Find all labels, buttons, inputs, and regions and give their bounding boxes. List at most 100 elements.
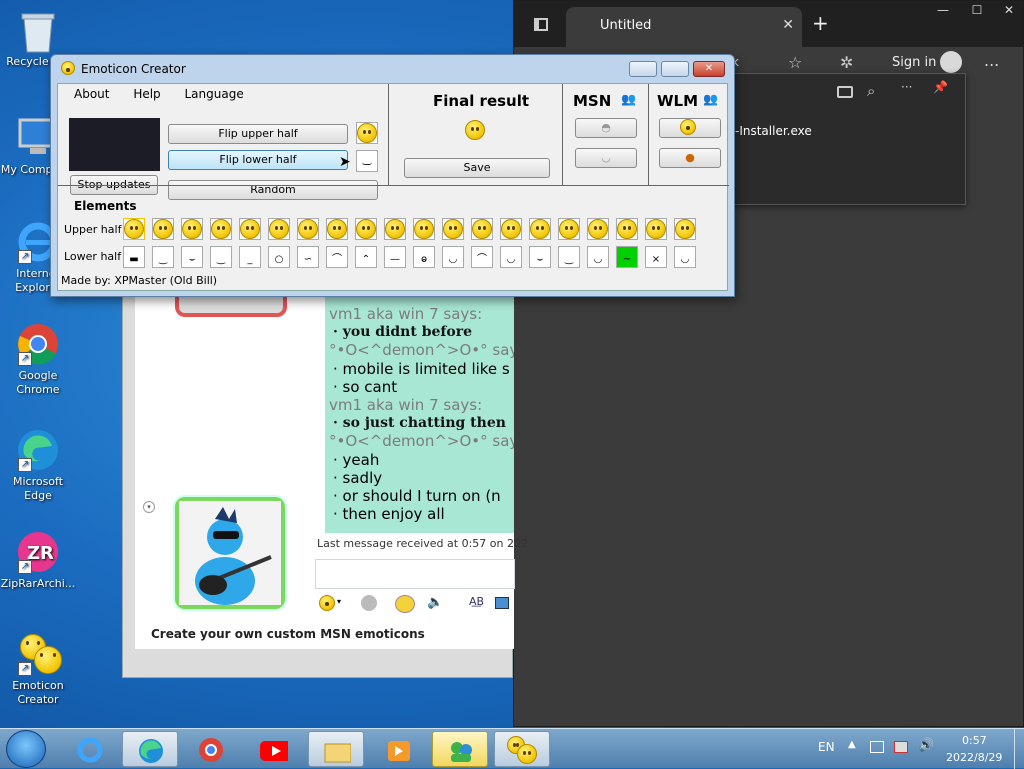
lower-half-element[interactable]: ‿: [558, 246, 580, 268]
lower-half-element[interactable]: ⌃: [355, 246, 377, 268]
desktop-icon-microsoft-edge[interactable]: ↗ Microsoft Edge: [0, 428, 76, 503]
show-desktop-button[interactable]: [1014, 729, 1024, 769]
taskbar-emoticon-creator[interactable]: [494, 731, 550, 767]
taskbar-windows-live-messenger[interactable]: [432, 731, 488, 767]
lower-half-element[interactable]: ⌣: [529, 246, 551, 268]
nudge-icon[interactable]: [395, 595, 415, 613]
lower-half-element[interactable]: ◡: [500, 246, 522, 268]
close-tab-icon[interactable]: ✕: [782, 17, 794, 33]
flip-lower-button[interactable]: Flip lower half: [168, 150, 348, 170]
settings-more-button[interactable]: ...: [984, 51, 999, 70]
sign-in-label[interactable]: Sign in: [892, 55, 936, 70]
more-options-icon[interactable]: ···: [901, 80, 912, 94]
emoticon-picker-icon[interactable]: [319, 595, 335, 611]
download-file-name[interactable]: -Installer.exe: [735, 124, 812, 138]
upper-half-element[interactable]: [471, 218, 493, 240]
lower-half-element[interactable]: ⌣: [181, 246, 203, 268]
language-indicator[interactable]: EN: [818, 740, 835, 754]
msn-preview-lower[interactable]: ◡: [575, 148, 637, 168]
lower-half-element[interactable]: ⌒: [326, 246, 348, 268]
lower-half-element[interactable]: ○: [268, 246, 290, 268]
wlm-preview-lower[interactable]: ●: [659, 148, 721, 168]
menu-about[interactable]: About: [64, 85, 119, 103]
open-folder-icon[interactable]: [837, 86, 853, 98]
network-icon[interactable]: [894, 741, 908, 753]
lower-half-element[interactable]: ~: [616, 246, 638, 268]
taskbar-media-player[interactable]: [370, 731, 426, 767]
upper-half-element[interactable]: [297, 218, 319, 240]
start-button[interactable]: [6, 730, 46, 768]
tab-actions-icon[interactable]: [534, 18, 548, 31]
lower-half-element[interactable]: ‿: [210, 246, 232, 268]
msn-preview-upper[interactable]: ◓: [575, 118, 637, 138]
taskbar-microsoft-edge[interactable]: [122, 731, 178, 767]
clock-date[interactable]: 2022/8/29: [946, 751, 1002, 764]
lower-half-element[interactable]: ◡: [587, 246, 609, 268]
close-button[interactable]: ✕: [994, 1, 1024, 21]
lower-half-element[interactable]: ∽: [297, 246, 319, 268]
lower-half-element[interactable]: ⌒: [471, 246, 493, 268]
voice-clip-icon[interactable]: 🔈: [427, 595, 443, 610]
upper-half-element[interactable]: [645, 218, 667, 240]
taskbar-file-explorer[interactable]: [308, 731, 364, 767]
upper-half-element[interactable]: [326, 218, 348, 240]
font-icon[interactable]: A͟B: [469, 595, 484, 608]
desktop-icon-google-chrome[interactable]: ↗ Google Chrome: [0, 322, 76, 397]
flip-upper-button[interactable]: Flip upper half: [168, 124, 348, 144]
lower-half-element[interactable]: ⱺ: [413, 246, 435, 268]
save-button[interactable]: Save: [404, 158, 550, 178]
upper-half-element[interactable]: [210, 218, 232, 240]
lower-half-element[interactable]: ◡: [442, 246, 464, 268]
minimize-button[interactable]: [629, 61, 657, 77]
close-button[interactable]: ✕: [693, 61, 725, 77]
desktop-icon-emoticon-creator[interactable]: ↗ Emoticon Creator: [0, 632, 76, 707]
lower-half-element[interactable]: ×: [645, 246, 667, 268]
maximize-button[interactable]: [661, 61, 689, 77]
taskbar-internet-explorer[interactable]: [62, 731, 118, 767]
upper-half-element[interactable]: [500, 218, 522, 240]
upper-half-element[interactable]: [413, 218, 435, 240]
favorite-star-icon[interactable]: ☆: [788, 53, 802, 72]
random-button[interactable]: Random: [168, 180, 378, 200]
upper-half-element[interactable]: [384, 218, 406, 240]
lower-half-element[interactable]: —: [384, 246, 406, 268]
lower-half-element[interactable]: ▬: [123, 246, 145, 268]
wlm-preview-upper[interactable]: [659, 118, 721, 138]
upper-half-element[interactable]: [558, 218, 580, 240]
dropdown-arrow-icon[interactable]: ▾: [337, 597, 341, 606]
new-tab-button[interactable]: +: [812, 11, 829, 35]
taskbar-google-chrome[interactable]: [183, 731, 239, 767]
upper-half-element[interactable]: [355, 218, 377, 240]
show-hidden-icons-icon[interactable]: ▲: [848, 739, 856, 750]
maximize-button[interactable]: ☐: [962, 1, 992, 21]
upper-half-element[interactable]: [616, 218, 638, 240]
lower-half-element[interactable]: _: [239, 246, 261, 268]
lower-half-element[interactable]: ◡: [674, 246, 696, 268]
upper-half-element[interactable]: [181, 218, 203, 240]
clock-time[interactable]: 0:57: [962, 734, 987, 747]
volume-icon[interactable]: 🔊: [918, 738, 934, 753]
minimize-button[interactable]: —: [928, 1, 958, 21]
menu-help[interactable]: Help: [123, 85, 170, 103]
menu-language[interactable]: Language: [175, 85, 254, 103]
upper-half-element[interactable]: [442, 218, 464, 240]
edge-tab[interactable]: Untitled ✕: [566, 7, 802, 47]
upper-half-element[interactable]: [268, 218, 290, 240]
upper-half-element[interactable]: [123, 218, 145, 240]
pin-icon[interactable]: 📌: [933, 80, 948, 94]
desktop-icon-ziprar[interactable]: ZR ↗ ZipRarArchi...: [0, 530, 76, 591]
upper-half-element[interactable]: [674, 218, 696, 240]
message-input[interactable]: [315, 559, 515, 589]
upper-half-element[interactable]: [587, 218, 609, 240]
extensions-icon[interactable]: ✲: [840, 53, 853, 72]
lower-half-element[interactable]: ‿: [152, 246, 174, 268]
taskbar-youtube[interactable]: [246, 731, 302, 767]
profile-avatar-icon[interactable]: [940, 51, 962, 73]
upper-half-element[interactable]: [529, 218, 551, 240]
wink-picker-icon[interactable]: [361, 595, 377, 611]
upper-half-element[interactable]: [239, 218, 261, 240]
my-avatar[interactable]: [175, 497, 285, 609]
action-center-icon[interactable]: [870, 741, 884, 753]
upper-half-element[interactable]: [152, 218, 174, 240]
collapse-toggle-icon[interactable]: ▾: [143, 501, 155, 513]
